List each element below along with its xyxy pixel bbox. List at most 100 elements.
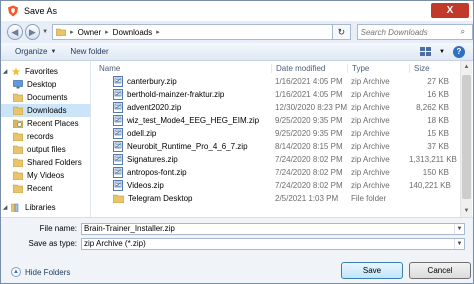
save-type-select[interactable]: zip Archive (*.zip) ▼ <box>81 237 465 250</box>
file-name-text: canterbury.zip <box>127 77 177 86</box>
file-date-cell: 9/25/2020 9:35 PM <box>275 116 343 125</box>
zip-file-icon <box>113 141 123 152</box>
refresh-button[interactable]: ↻ <box>333 24 351 40</box>
folder-icon <box>56 28 67 36</box>
scroll-up-icon[interactable]: ▲ <box>461 61 472 73</box>
file-name-cell: Telegram Desktop <box>95 194 271 203</box>
zip-file-icon <box>113 128 123 139</box>
chevron-down-icon[interactable]: ▼ <box>454 238 464 249</box>
file-date-cell: 7/24/2020 8:02 PM <box>275 168 343 177</box>
view-options-icon[interactable] <box>420 46 432 57</box>
file-date-cell: 8/14/2020 8:15 PM <box>275 142 343 151</box>
zip-file-icon <box>113 115 123 126</box>
window-title: Save As <box>24 6 58 16</box>
file-name-text: Neurobit_Runtime_Pro_4_6_7.zip <box>127 142 248 151</box>
nav-item-shared-folders[interactable]: Shared Folders <box>1 156 90 169</box>
file-name-text: berthold-mainzer-fraktur.zip <box>127 90 225 99</box>
scroll-down-icon[interactable]: ▼ <box>461 205 472 217</box>
help-icon[interactable]: ? <box>453 45 465 58</box>
file-name-field[interactable]: ▼ <box>81 222 465 235</box>
close-button[interactable]: X <box>431 3 469 18</box>
breadcrumb-segment[interactable]: Downloads <box>113 28 153 37</box>
file-row[interactable]: Telegram Desktop 2/5/2021 1:03 PM File fol… <box>95 192 461 205</box>
column-header-size[interactable]: Size <box>409 64 449 73</box>
folder-icon <box>13 158 23 167</box>
file-size-cell: 27 KB <box>427 77 449 86</box>
file-row[interactable]: canterbury.zip 1/16/2021 4:05 PM zip Archi… <box>95 75 461 88</box>
nav-item-favorites[interactable]: ◢ Favorites <box>1 65 90 78</box>
file-name-text: Telegram Desktop <box>128 194 193 203</box>
search-icon: ⌕ <box>460 27 466 36</box>
chevron-right-icon: ▸ <box>156 29 160 36</box>
file-name-cell: Signatures.zip <box>95 154 271 165</box>
file-row[interactable]: antropos-font.zip 7/24/2020 8:02 PM zip Ar… <box>95 166 461 179</box>
folder-icon <box>13 93 23 102</box>
scroll-thumb[interactable] <box>462 75 471 199</box>
nav-label: My Videos <box>27 171 65 180</box>
chevron-down-icon[interactable]: ▼ <box>439 49 445 55</box>
file-row[interactable]: advent2020.zip 12/30/2020 8:23 PM zip Arch… <box>95 101 461 114</box>
file-row[interactable]: odell.zip 9/25/2020 9:35 PM zip Archive 15 … <box>95 127 461 140</box>
zip-file-icon <box>113 89 123 100</box>
file-name-input[interactable] <box>84 224 444 233</box>
nav-label: Recent Places <box>27 119 79 128</box>
search-box[interactable]: ⌕ <box>356 24 473 40</box>
file-name-label: File name: <box>39 224 77 233</box>
file-size-cell: 18 KB <box>427 116 449 125</box>
file-size-cell: 37 KB <box>427 142 449 151</box>
column-header-name[interactable]: Name <box>95 64 271 73</box>
save-button[interactable]: Save <box>341 262 403 279</box>
breadcrumb-segment[interactable]: Owner <box>78 28 102 37</box>
search-input[interactable] <box>360 27 461 37</box>
nav-label: output files <box>27 145 66 154</box>
recent-places-icon <box>13 119 23 128</box>
file-date-cell: 7/24/2020 8:02 PM <box>275 181 343 190</box>
bottom-panel: File name: ▼ Save as type: zip Archive (… <box>1 217 473 283</box>
recent-locations-dropdown-icon[interactable]: ▼ <box>42 29 48 35</box>
file-size-cell: 150 KB <box>422 168 449 177</box>
file-row[interactable]: Videos.zip 7/24/2020 8:02 PM zip Archive 14… <box>95 179 461 192</box>
file-type-cell: zip Archive <box>351 155 390 164</box>
file-type-cell: zip Archive <box>351 181 390 190</box>
nav-item-downloads[interactable]: Downloads <box>1 104 90 117</box>
file-name-text: Videos.zip <box>127 181 164 190</box>
nav-label: Documents <box>27 93 68 102</box>
vertical-scrollbar[interactable]: ▲ ▼ <box>460 61 472 217</box>
nav-item-recent[interactable]: Recent <box>1 182 90 195</box>
nav-label: Libraries <box>25 203 56 212</box>
file-row[interactable]: berthold-mainzer-fraktur.zip 1/16/2021 4:… <box>95 88 461 101</box>
file-type-cell: zip Archive <box>351 116 390 125</box>
file-date-cell: 2/5/2021 1:03 PM <box>275 194 339 203</box>
file-type-cell: zip Archive <box>351 103 390 112</box>
nav-item-desktop[interactable]: Desktop <box>1 78 90 91</box>
organize-button[interactable]: Organize ▼ <box>15 47 56 56</box>
save-as-dialog: Save As X ◀ ▶ ▼ ▸ Owner ▸ Downloads ▸ ↻ … <box>0 0 474 284</box>
column-header-date[interactable]: Date modified <box>271 64 347 73</box>
hide-folders-button[interactable]: ▲ Hide Folders <box>11 267 70 277</box>
expand-caret-icon[interactable]: ◢ <box>1 204 9 211</box>
title-bar: Save As X <box>1 1 473 21</box>
file-name-text: wiz_test_Mode4_EEG_HEG_EIM.zip <box>127 116 260 125</box>
nav-item-records[interactable]: records <box>1 130 90 143</box>
nav-item-my-videos[interactable]: My Videos <box>1 169 90 182</box>
nav-item-libraries[interactable]: ◢ Libraries <box>1 201 90 214</box>
expand-caret-icon[interactable]: ◢ <box>1 68 9 75</box>
file-name-cell: odell.zip <box>95 128 271 139</box>
zip-file-icon <box>113 167 123 178</box>
toolbar-right: ▼ ? <box>420 45 465 58</box>
nav-item-recent-places[interactable]: Recent Places <box>1 117 90 130</box>
back-button[interactable]: ◀ <box>7 24 23 40</box>
navigation-pane: ◢ Favorites Desktop Documents Downloads … <box>1 61 91 217</box>
cancel-button[interactable]: Cancel <box>409 262 471 279</box>
file-row[interactable]: wiz_test_Mode4_EEG_HEG_EIM.zip 9/25/2020 … <box>95 114 461 127</box>
file-row[interactable]: Signatures.zip 7/24/2020 8:02 PM zip Archi… <box>95 153 461 166</box>
nav-item-documents[interactable]: Documents <box>1 91 90 104</box>
nav-item-output-files[interactable]: output files <box>1 143 90 156</box>
chevron-down-icon[interactable]: ▼ <box>454 223 464 234</box>
new-folder-button[interactable]: New folder <box>70 47 108 56</box>
save-type-label: Save as type: <box>28 239 77 248</box>
file-row[interactable]: Neurobit_Runtime_Pro_4_6_7.zip 8/14/2020 … <box>95 140 461 153</box>
address-bar[interactable]: ▸ Owner ▸ Downloads ▸ <box>52 24 334 40</box>
forward-button[interactable]: ▶ <box>24 24 41 40</box>
column-header-type[interactable]: Type <box>347 64 409 73</box>
